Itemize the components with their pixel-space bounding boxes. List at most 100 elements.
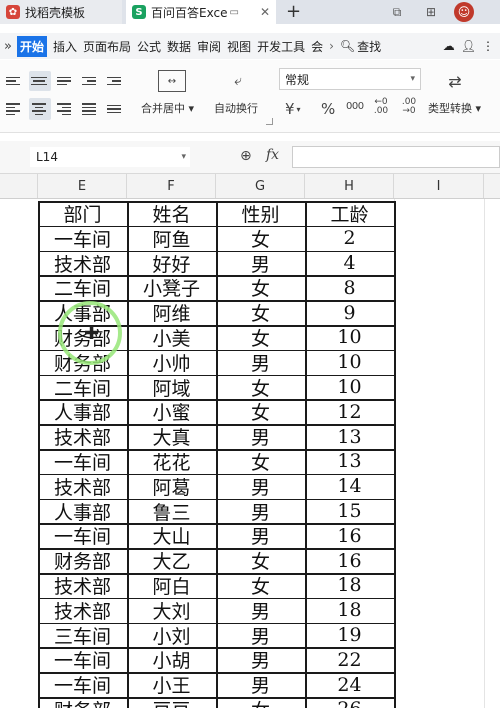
table-cell[interactable]: 13 [305, 449, 394, 474]
cloud-icon[interactable]: ☁ [443, 39, 455, 53]
table-cell[interactable]: 男 [216, 424, 305, 449]
wrap-text-label[interactable]: 自动换行 [214, 100, 258, 116]
table-cell[interactable]: 好好 [127, 251, 216, 276]
new-tab-plus-icon[interactable]: + [286, 1, 301, 22]
table-cell[interactable]: 鲁三 [127, 499, 216, 524]
align-top-icon[interactable] [6, 72, 24, 90]
menu-item-data[interactable]: 数据 [167, 38, 191, 55]
menu-item-formula[interactable]: 公式 [137, 38, 161, 55]
table-cell[interactable]: 人事部 [38, 399, 127, 424]
table-cell[interactable]: 男 [216, 623, 305, 648]
window-layout-icon[interactable]: ⧉ [388, 3, 406, 21]
table-cell[interactable]: 财务部 [38, 697, 127, 708]
menu-item-home[interactable]: 开始 [16, 35, 47, 57]
align-right-icon[interactable] [57, 100, 75, 118]
number-format-select[interactable]: 常规 ▾ [279, 68, 421, 90]
table-header-cell[interactable]: 部门 [38, 201, 127, 226]
table-cell[interactable]: 技术部 [38, 474, 127, 499]
select-all-corner[interactable] [0, 174, 38, 198]
table-cell[interactable]: 10 [305, 350, 394, 375]
increase-indent-icon[interactable] [107, 72, 125, 90]
decrease-decimal-icon[interactable]: .00 →0 [397, 98, 421, 116]
table-cell[interactable]: 女 [216, 325, 305, 350]
table-cell[interactable]: 一车间 [38, 672, 127, 697]
table-cell[interactable]: 4 [305, 251, 394, 276]
table-cell[interactable]: 阿葛 [127, 474, 216, 499]
table-cell[interactable]: 二车间 [38, 375, 127, 400]
wrap-text-icon[interactable]: ⤶ [226, 70, 250, 92]
table-cell[interactable]: 技术部 [38, 598, 127, 623]
table-cell[interactable]: 22 [305, 647, 394, 672]
table-cell[interactable]: 大山 [127, 523, 216, 548]
table-cell[interactable]: 男 [216, 251, 305, 276]
grid-apps-icon[interactable]: ⊞ [422, 3, 440, 21]
name-box[interactable]: L14 ▾ [30, 147, 190, 167]
table-cell[interactable]: 阿鱼 [127, 226, 216, 251]
column-header-i[interactable]: I [394, 174, 484, 198]
table-cell[interactable]: 男 [216, 474, 305, 499]
table-cell[interactable]: 男 [216, 350, 305, 375]
worksheet[interactable]: 部门 姓名 性别 工龄 一车间 阿鱼女 2 技术部 好好男 4 二车间 小凳子女 8 人事部 阿维女 9 财务部… [0, 199, 500, 708]
table-cell[interactable]: 大真 [127, 424, 216, 449]
fx-icon[interactable]: fx [266, 147, 279, 163]
table-cell[interactable]: 10 [305, 325, 394, 350]
distributed-align-icon[interactable] [107, 100, 125, 118]
table-header-cell[interactable]: 性别 [216, 201, 305, 226]
menu-item-review[interactable]: 审阅 [197, 38, 221, 55]
column-header-e[interactable]: E [38, 174, 127, 198]
currency-button[interactable]: ¥ ▾ [285, 100, 301, 118]
table-cell[interactable]: 15 [305, 499, 394, 524]
increase-decimal-icon[interactable]: ←0 .00 [369, 98, 393, 116]
column-header-f[interactable]: F [127, 174, 216, 198]
menu-item-page-layout[interactable]: 页面布局 [83, 38, 131, 55]
table-cell[interactable]: 18 [305, 598, 394, 623]
table-cell[interactable]: 男 [216, 647, 305, 672]
table-cell[interactable]: 女 [216, 226, 305, 251]
table-cell[interactable]: 24 [305, 672, 394, 697]
table-cell[interactable]: 豆豆 [127, 697, 216, 708]
tab-spreadsheet[interactable]: S 百问百答Exce ▭ ✕ [126, 0, 276, 24]
table-cell[interactable]: 26 [305, 697, 394, 708]
table-cell[interactable]: 16 [305, 523, 394, 548]
table-cell[interactable]: 一车间 [38, 226, 127, 251]
merge-center-icon[interactable]: ↔ [158, 70, 186, 92]
column-header-h[interactable]: H [305, 174, 394, 198]
menu-item-insert[interactable]: 插入 [53, 38, 77, 55]
table-cell[interactable]: 阿域 [127, 375, 216, 400]
table-cell[interactable]: 女 [216, 573, 305, 598]
table-cell[interactable]: 8 [305, 275, 394, 300]
table-cell[interactable]: 小帅 [127, 350, 216, 375]
justify-icon[interactable] [82, 100, 100, 118]
table-cell[interactable]: 阿白 [127, 573, 216, 598]
tab-docer-templates[interactable]: ✿ 找稻壳模板 [0, 0, 122, 24]
table-cell[interactable]: 16 [305, 548, 394, 573]
table-cell[interactable]: 技术部 [38, 424, 127, 449]
table-cell[interactable]: 小刘 [127, 623, 216, 648]
align-center-icon[interactable] [29, 98, 51, 120]
table-cell[interactable]: 技术部 [38, 573, 127, 598]
table-cell[interactable]: 阿维 [127, 300, 216, 325]
table-cell[interactable]: 女 [216, 449, 305, 474]
table-cell[interactable]: 男 [216, 499, 305, 524]
menu-item-view[interactable]: 视图 [227, 38, 251, 55]
table-cell[interactable]: 小美 [127, 325, 216, 350]
chevron-right-icon[interactable]: » [4, 39, 12, 54]
table-cell[interactable]: 小胡 [127, 647, 216, 672]
merge-center-button[interactable]: 合并居中 ▾ [141, 100, 194, 116]
align-left-icon[interactable] [6, 100, 24, 118]
avatar[interactable]: ☺ [454, 2, 474, 22]
table-cell[interactable]: 男 [216, 672, 305, 697]
more-icon[interactable]: ⋮ [482, 39, 494, 53]
table-cell[interactable]: 一车间 [38, 647, 127, 672]
share-user-icon[interactable]: 👤︎ [461, 39, 476, 53]
dialog-launcher-icon[interactable] [266, 118, 273, 125]
type-convert-icon[interactable]: ⇄ [444, 70, 466, 92]
table-header-cell[interactable]: 姓名 [127, 201, 216, 226]
search-button[interactable]: 🔍︎ 查找 [340, 38, 381, 55]
table-cell[interactable]: 一车间 [38, 523, 127, 548]
table-cell[interactable]: 2 [305, 226, 394, 251]
percent-icon[interactable]: % [321, 100, 335, 118]
table-cell[interactable]: 小蜜 [127, 399, 216, 424]
table-cell[interactable]: 人事部 [38, 499, 127, 524]
table-cell[interactable]: 女 [216, 697, 305, 708]
